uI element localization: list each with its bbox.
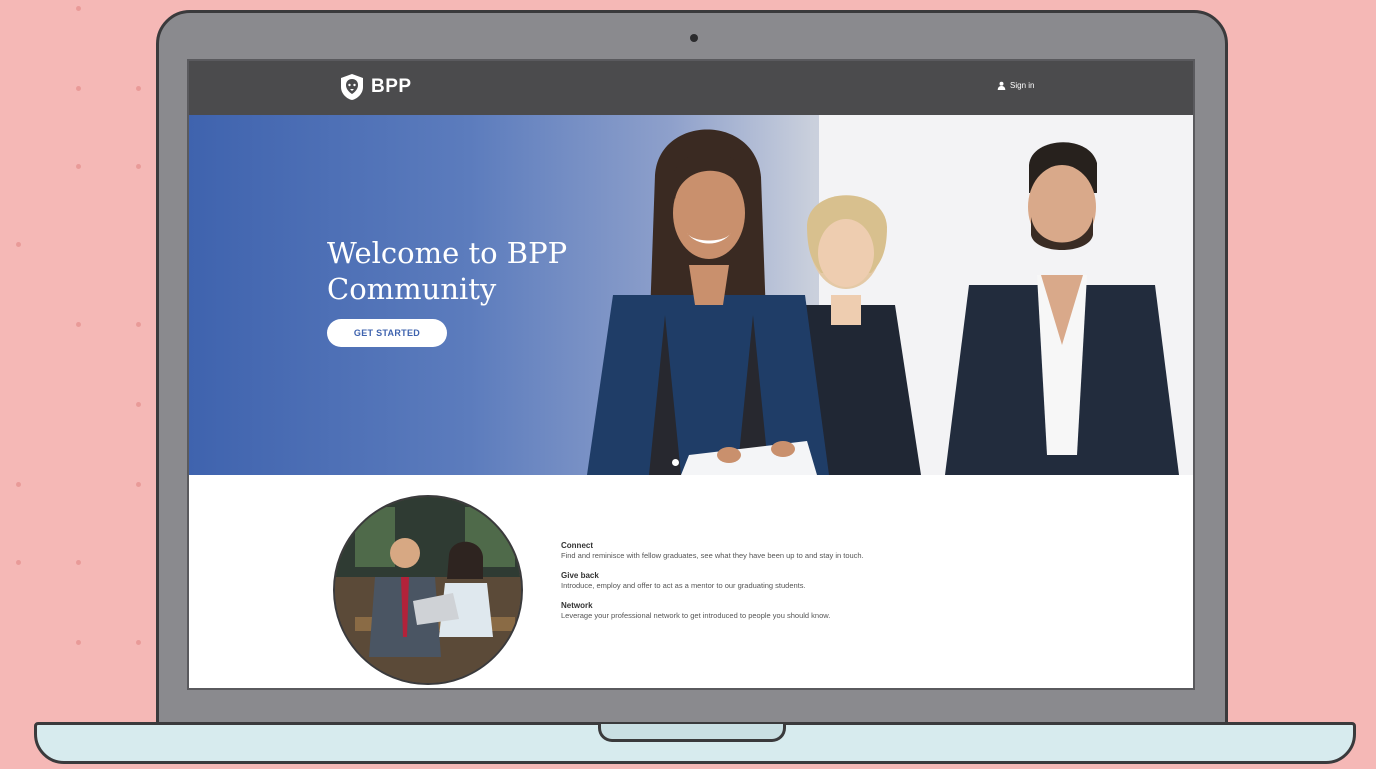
lion-shield-icon (341, 74, 363, 100)
laptop-opening-notch (598, 724, 786, 742)
hero-banner: Welcome to BPP Community GET STARTED (189, 115, 1193, 475)
background-dot (136, 164, 141, 169)
feature-title: Connect (561, 541, 593, 550)
feature-item: Connect Find and reminisce with fellow g… (561, 540, 864, 561)
feature-title: Give back (561, 571, 599, 580)
background-dot (16, 242, 21, 247)
hero-title-line2: Community (327, 272, 497, 306)
feature-description: Introduce, employ and offer to act as a … (561, 581, 806, 590)
sign-in-link[interactable]: Sign in (997, 81, 1034, 90)
get-started-button[interactable]: GET STARTED (327, 319, 447, 347)
laptop-camera (690, 34, 698, 42)
hero-title-line1: Welcome to BPP (327, 236, 568, 270)
team-meeting-image (335, 497, 521, 683)
background-dot (136, 482, 141, 487)
background-dot (76, 560, 81, 565)
feature-item: Network Leverage your professional netwo… (561, 600, 864, 621)
feature-description: Find and reminisce with fellow graduates… (561, 551, 864, 560)
background-dot (136, 322, 141, 327)
feature-item: Give back Introduce, employ and offer to… (561, 570, 864, 591)
hero-people-image (587, 115, 1193, 475)
background-dot (76, 322, 81, 327)
feature-list: Connect Find and reminisce with fellow g… (561, 540, 864, 630)
carousel-indicator[interactable] (672, 459, 679, 466)
user-icon (997, 81, 1006, 90)
brand-logo[interactable]: BPP (339, 73, 412, 101)
background-dot (136, 402, 141, 407)
background-dot (76, 164, 81, 169)
feature-title: Network (561, 601, 593, 610)
brand-name: BPP (371, 76, 412, 97)
features-section: Connect Find and reminisce with fellow g… (189, 475, 1193, 688)
background-dot (136, 640, 141, 645)
sign-in-label: Sign in (1010, 81, 1035, 90)
background-dot (76, 640, 81, 645)
hero-title: Welcome to BPP Community (327, 235, 627, 307)
background-dot (76, 86, 81, 91)
team-meeting-photo (333, 495, 523, 685)
background-dot (16, 482, 21, 487)
background-dot (136, 86, 141, 91)
feature-description: Leverage your professional network to ge… (561, 611, 831, 620)
background-dot (76, 6, 81, 11)
top-navbar: BPP Sign in (189, 61, 1193, 115)
background-dot (16, 560, 21, 565)
laptop-screen: BPP Sign in Welcome to BPP Community GET… (187, 59, 1195, 690)
